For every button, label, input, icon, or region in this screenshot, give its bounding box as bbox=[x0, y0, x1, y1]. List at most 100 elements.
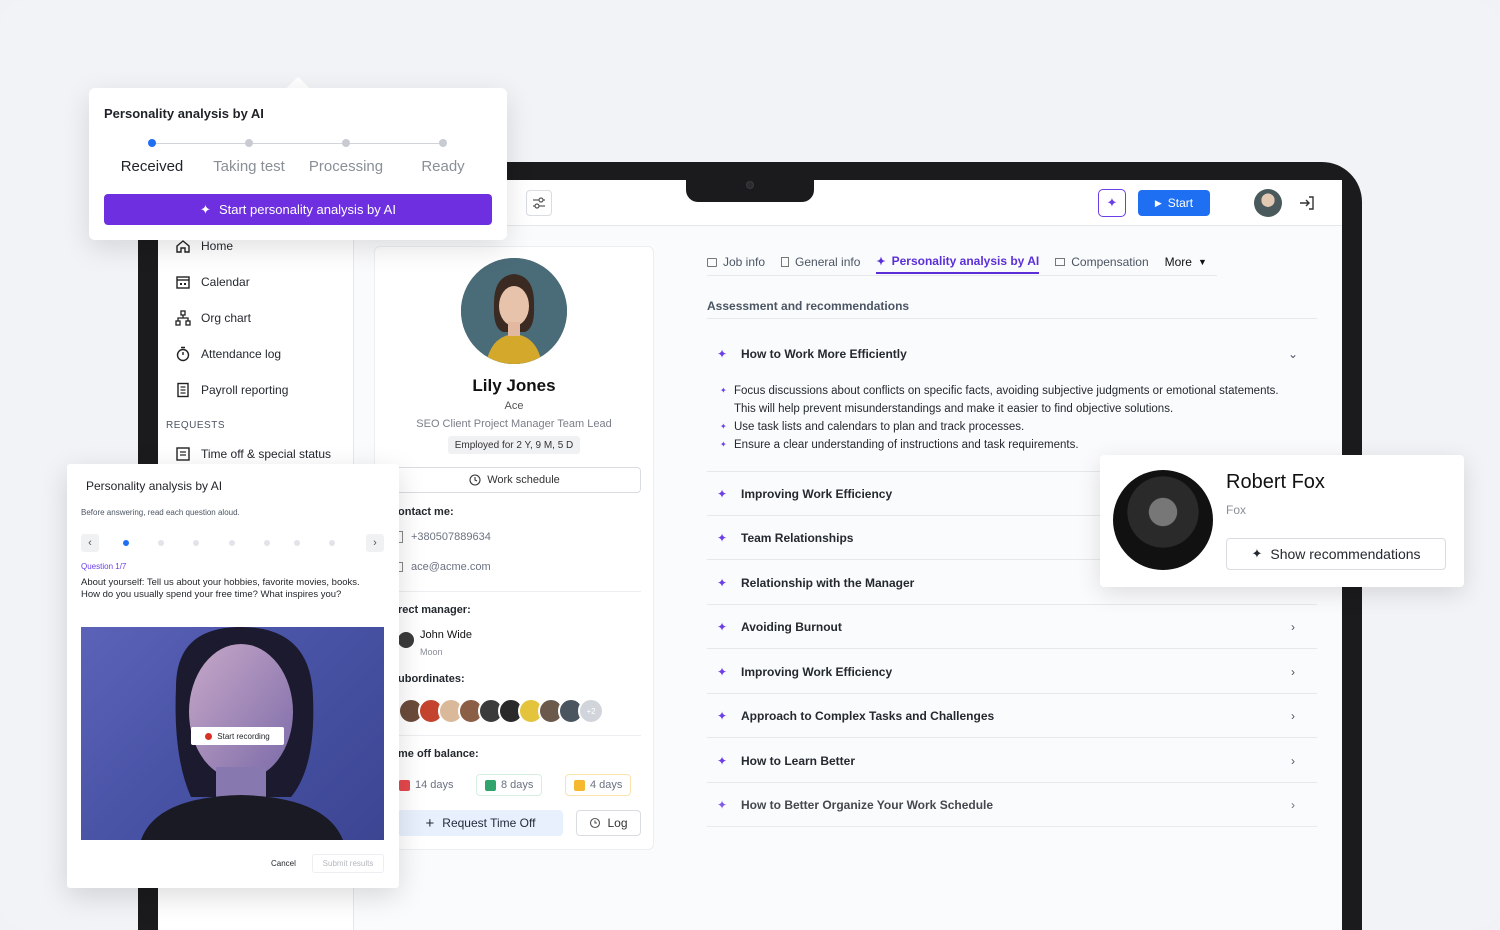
accordion-row[interactable]: ✦ Approach to Complex Tasks and Challeng… bbox=[707, 694, 1317, 738]
subordinates-avatars[interactable]: +2 bbox=[398, 698, 604, 724]
start-recording-label: Start recording bbox=[217, 731, 270, 741]
tab-label: Compensation bbox=[1071, 255, 1149, 269]
card-icon bbox=[1055, 258, 1066, 266]
email-line[interactable]: ace@acme.com bbox=[398, 561, 491, 573]
chevron-right-icon: › bbox=[1291, 708, 1295, 723]
log-label: Log bbox=[607, 816, 628, 830]
chevron-down-icon: ▼ bbox=[1197, 257, 1207, 267]
sidebar-item-time-off[interactable]: Time off & special status bbox=[175, 446, 331, 462]
recommendation-bullet: Focus discussions about conflicts on spe… bbox=[720, 382, 1300, 418]
tab-personality-analysis[interactable]: ✦ Personality analysis by AI bbox=[876, 250, 1040, 274]
chevron-right-icon: › bbox=[1291, 664, 1295, 679]
sparkle-icon: ✦ bbox=[717, 530, 728, 545]
work-schedule-button[interactable]: Work schedule bbox=[388, 467, 641, 493]
cancel-button[interactable]: Cancel bbox=[271, 859, 296, 868]
step-dot-received bbox=[148, 139, 156, 147]
question-dot bbox=[229, 540, 235, 546]
step-dot-processing bbox=[342, 139, 350, 147]
modal-hint: Before answering, read each question alo… bbox=[81, 508, 240, 517]
tab-more[interactable]: More ▼ bbox=[1165, 250, 1207, 274]
accordion-expanded-header[interactable]: ✦ How to Work More Efficiently ⌄ bbox=[707, 332, 1317, 376]
accordion-row[interactable]: ✦ Avoiding Burnout › bbox=[707, 605, 1317, 649]
recommendation-bullet: Use task lists and calendars to plan and… bbox=[720, 418, 1300, 436]
submit-results-button[interactable]: Submit results bbox=[312, 854, 384, 873]
sparkle-icon: ✦ bbox=[717, 753, 728, 768]
balance-value: 8 days bbox=[501, 779, 534, 791]
sick-icon bbox=[485, 779, 496, 791]
manager-nickname: Moon bbox=[420, 647, 443, 657]
sidebar-item-home[interactable]: Home bbox=[175, 238, 233, 254]
sparkle-icon: ✦ bbox=[717, 619, 728, 634]
more-subordinates-badge[interactable]: +2 bbox=[578, 698, 604, 724]
profile-nickname: Ace bbox=[504, 400, 524, 412]
contact-label: ontact me: bbox=[398, 506, 454, 518]
question-number: Question 1/7 bbox=[81, 562, 127, 571]
previous-question-button[interactable]: ‹ bbox=[81, 534, 99, 552]
sidebar-item-calendar[interactable]: Calendar bbox=[175, 274, 250, 290]
camera-dot bbox=[746, 181, 754, 189]
tab-label: More bbox=[1164, 255, 1192, 269]
show-recommendations-button[interactable]: ✦ Show recommendations bbox=[1226, 538, 1446, 570]
plus-icon: + bbox=[425, 814, 435, 832]
request-time-off-button[interactable]: + Request Time Off bbox=[398, 810, 563, 836]
manager-label: rect manager: bbox=[398, 604, 471, 616]
sparkle-icon: ✦ bbox=[717, 664, 728, 679]
logout-icon[interactable] bbox=[1298, 194, 1316, 212]
time-off-label: me off balance: bbox=[398, 748, 479, 760]
ai-assistant-button[interactable]: ✦ bbox=[1098, 189, 1126, 217]
manager-avatar bbox=[398, 632, 414, 648]
question-dot bbox=[193, 540, 199, 546]
step-dot-ready bbox=[439, 139, 447, 147]
request-time-off-label: Request Time Off bbox=[442, 816, 536, 830]
sidebar-item-label: Time off & special status bbox=[201, 447, 332, 461]
sparkle-icon: ✦ bbox=[1251, 546, 1263, 561]
phone-number: +380507889634 bbox=[411, 531, 491, 543]
log-button[interactable]: Log bbox=[576, 810, 641, 836]
next-question-button[interactable]: › bbox=[366, 534, 384, 552]
start-label: Start bbox=[1167, 196, 1194, 210]
profile-role: SEO Client Project Manager Team Lead bbox=[416, 418, 612, 430]
org-chart-icon bbox=[175, 310, 191, 326]
tab-general-info[interactable]: General info bbox=[781, 250, 860, 274]
start-button[interactable]: ▶ Start bbox=[1138, 190, 1210, 216]
personal-icon bbox=[574, 779, 585, 791]
sidebar-item-org-chart[interactable]: Org chart bbox=[175, 310, 251, 326]
step-label-taking-test: Taking test bbox=[213, 158, 285, 175]
step-label-processing: Processing bbox=[308, 158, 384, 175]
accordion-title: How to Better Organize Your Work Schedul… bbox=[741, 797, 994, 812]
accordion-title: Improving Work Efficiency bbox=[741, 664, 893, 679]
start-analysis-label: Start personality analysis by AI bbox=[218, 202, 396, 217]
sparkle-icon: ✦ bbox=[717, 708, 728, 723]
question-dot bbox=[264, 540, 270, 546]
chevron-right-icon: › bbox=[373, 537, 377, 549]
tab-job-info[interactable]: Job info bbox=[707, 250, 765, 274]
stopwatch-icon bbox=[175, 346, 191, 362]
subordinates-label: ubordinates: bbox=[398, 673, 465, 685]
filter-button[interactable] bbox=[526, 190, 552, 216]
accordion-title: How to Work More Efficiently bbox=[741, 347, 907, 361]
sidebar-section-requests: REQUESTS bbox=[166, 420, 226, 431]
accordion-body: Focus discussions about conflicts on spe… bbox=[720, 382, 1300, 454]
question-dot-active bbox=[123, 540, 129, 546]
accordion-row[interactable]: ✦ Improving Work Efficiency › bbox=[707, 650, 1317, 694]
list-icon bbox=[175, 446, 191, 462]
tab-label: General info bbox=[795, 255, 861, 269]
user-avatar[interactable] bbox=[1254, 189, 1282, 217]
accordion-row[interactable]: ✦ How to Learn Better › bbox=[707, 739, 1317, 783]
sidebar-item-attendance-log[interactable]: Attendance log bbox=[175, 346, 281, 362]
sidebar-item-payroll-reporting[interactable]: Payroll reporting bbox=[175, 382, 288, 398]
tab-label: Job info bbox=[723, 255, 766, 269]
accordion-title: How to Learn Better bbox=[741, 753, 856, 768]
modal-title: Personality analysis by AI bbox=[86, 479, 223, 493]
history-icon bbox=[590, 817, 601, 829]
file-icon bbox=[781, 257, 790, 267]
accordion-row[interactable]: ✦ How to Better Organize Your Work Sched… bbox=[707, 783, 1317, 827]
tab-compensation[interactable]: Compensation bbox=[1055, 250, 1149, 274]
start-recording-button[interactable]: Start recording bbox=[191, 727, 284, 745]
phone-line[interactable]: +380507889634 bbox=[398, 531, 491, 543]
manager-name[interactable]: John Wide bbox=[420, 629, 472, 641]
chevron-left-icon: ‹ bbox=[88, 537, 92, 549]
calendar-icon bbox=[175, 274, 191, 290]
profile-tabs: Job info General info ✦ Personality anal… bbox=[707, 250, 1223, 276]
start-personality-analysis-button[interactable]: ✦ Start personality analysis by AI bbox=[104, 194, 492, 225]
